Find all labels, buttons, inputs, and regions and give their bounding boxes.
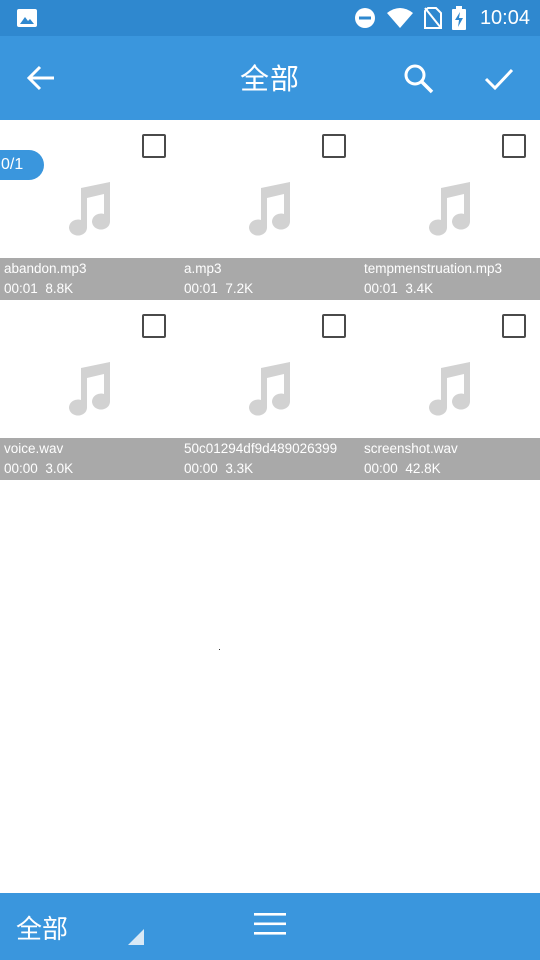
file-meta: 00:01 7.2K	[184, 281, 253, 296]
file-duration: 00:01	[364, 281, 398, 296]
file-size: 8.8K	[45, 281, 74, 296]
menu-icon[interactable]	[254, 910, 286, 938]
select-checkbox[interactable]	[502, 314, 526, 338]
file-info: voice.wav 00:00 3.0K	[0, 438, 180, 480]
battery-charging-icon	[451, 6, 466, 30]
file-item[interactable]: 50c01294df9d489026399 00:00 3.3K	[180, 306, 360, 480]
file-name: a.mp3	[184, 261, 222, 276]
file-size: 7.2K	[225, 281, 254, 296]
file-name: voice.wav	[4, 441, 64, 456]
music-note-icon	[429, 182, 470, 236]
select-checkbox[interactable]	[502, 134, 526, 158]
select-checkbox[interactable]	[322, 314, 346, 338]
file-info: abandon.mp3 00:01 8.8K	[0, 258, 180, 300]
no-sim-icon	[423, 7, 442, 29]
file-duration: 00:00	[364, 461, 398, 476]
file-info: a.mp3 00:01 7.2K	[180, 258, 360, 300]
select-checkbox[interactable]	[142, 134, 166, 158]
file-meta: 00:01 3.4K	[364, 281, 433, 296]
file-meta: 00:00 3.0K	[4, 461, 73, 476]
file-meta: 00:01 8.8K	[4, 281, 73, 296]
file-name: screenshot.wav	[364, 441, 458, 456]
dropdown-corner-icon[interactable]	[128, 929, 144, 945]
music-note-icon	[429, 362, 470, 416]
wifi-icon	[386, 8, 413, 28]
file-info: 50c01294df9d489026399 00:00 3.3K	[180, 438, 360, 480]
file-item[interactable]: tempmenstruation.mp3 00:01 3.4K	[360, 126, 540, 300]
file-info: tempmenstruation.mp3 00:01 3.4K	[360, 258, 540, 300]
file-name: 50c01294df9d489026399	[184, 441, 338, 456]
file-size: 3.4K	[405, 281, 434, 296]
file-size: 3.0K	[45, 461, 74, 476]
bottom-bar: 全部	[0, 893, 540, 960]
file-size: 3.3K	[225, 461, 254, 476]
category-selector[interactable]: 全部	[16, 909, 68, 946]
file-duration: 00:01	[184, 281, 218, 296]
page-title: 全部	[239, 62, 300, 96]
do-not-disturb-icon	[354, 8, 375, 28]
file-duration: 00:00	[4, 461, 38, 476]
music-note-icon	[249, 182, 290, 236]
select-checkbox[interactable]	[142, 314, 166, 338]
file-meta: 00:00 42.8K	[364, 461, 441, 476]
file-item[interactable]: screenshot.wav 00:00 42.8K	[360, 306, 540, 480]
clock: 10:04	[479, 6, 530, 29]
app-bar: 全部	[0, 36, 540, 120]
music-note-icon	[69, 362, 110, 416]
file-info: screenshot.wav 00:00 42.8K	[360, 438, 540, 480]
music-note-icon	[69, 182, 110, 236]
file-duration: 00:00	[184, 461, 218, 476]
status-bar: 10:04	[0, 0, 540, 36]
stray-dot	[219, 649, 220, 650]
music-note-icon	[249, 362, 290, 416]
search-icon[interactable]	[402, 62, 436, 96]
gallery-icon	[17, 9, 37, 27]
file-item[interactable]: voice.wav 00:00 3.0K	[0, 306, 180, 480]
selection-counter-text: 0/1	[1, 156, 24, 173]
selection-counter: 0/1	[0, 150, 44, 180]
file-item[interactable]: a.mp3 00:01 7.2K	[180, 126, 360, 300]
check-icon[interactable]	[482, 62, 516, 96]
file-name: abandon.mp3	[4, 261, 87, 276]
select-checkbox[interactable]	[322, 134, 346, 158]
file-size: 42.8K	[405, 461, 441, 476]
file-duration: 00:01	[4, 281, 38, 296]
file-meta: 00:00 3.3K	[184, 461, 253, 476]
file-name: tempmenstruation.mp3	[364, 261, 503, 276]
